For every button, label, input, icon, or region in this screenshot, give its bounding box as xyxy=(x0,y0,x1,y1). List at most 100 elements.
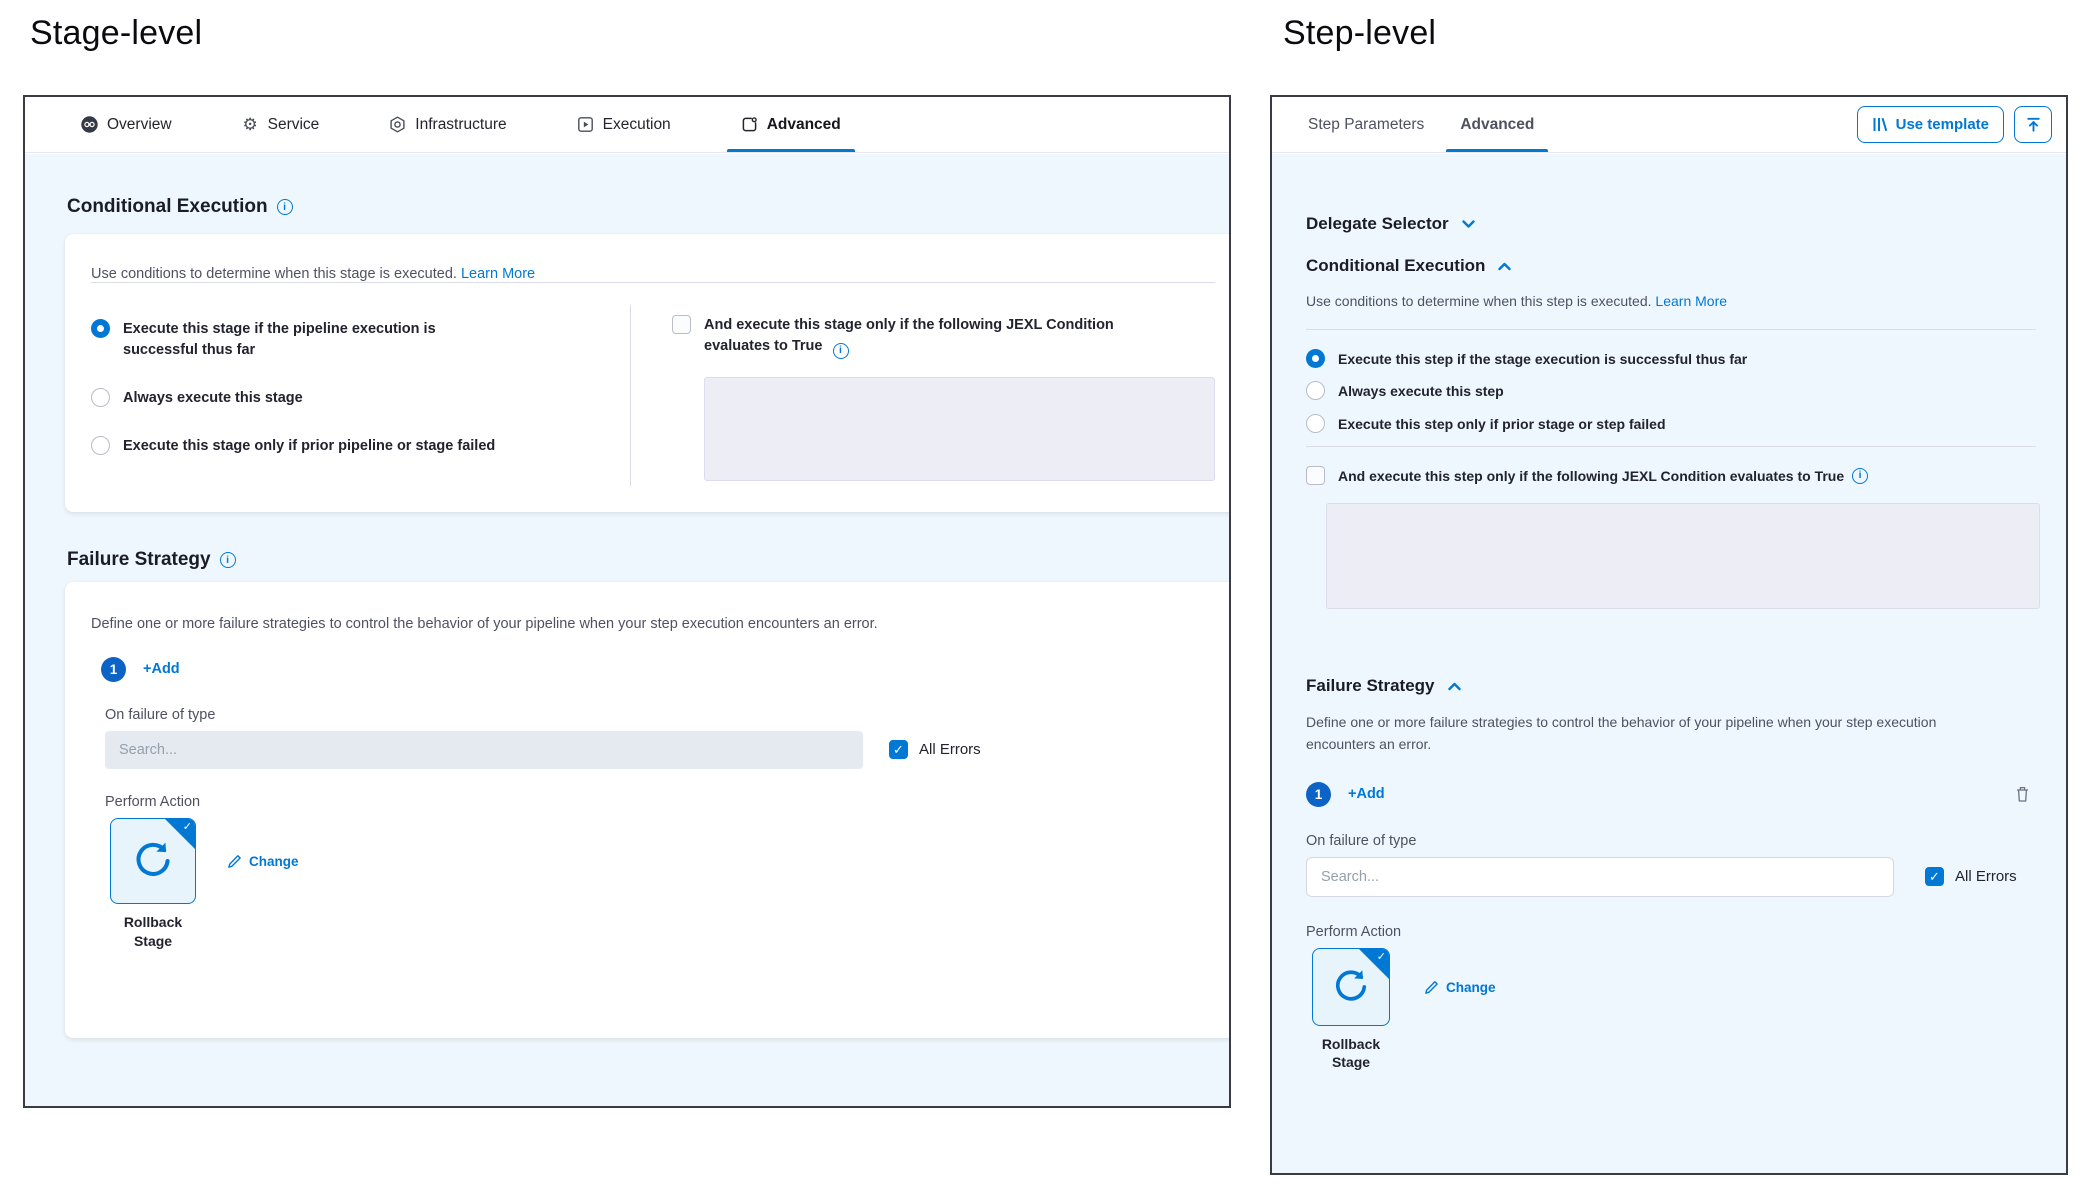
on-failure-of-type-label: On failure of type xyxy=(1306,833,2036,849)
tab-advanced-label: Advanced xyxy=(767,116,841,134)
radio-always-execute[interactable]: Always execute this stage xyxy=(91,388,630,409)
divider xyxy=(1306,329,2036,330)
tab-service[interactable]: ⚙ Service xyxy=(228,97,334,152)
radio-label: Execute this stage if the pipeline execu… xyxy=(123,319,453,361)
tab-overview[interactable]: Overview xyxy=(67,97,186,152)
delegate-selector-section-toggle[interactable]: Delegate Selector xyxy=(1306,214,2036,234)
execution-condition-radio-group: Execute this stage if the pipeline execu… xyxy=(91,305,630,486)
info-icon[interactable]: i xyxy=(220,552,236,568)
learn-more-link[interactable]: Learn More xyxy=(1655,293,1727,309)
tab-infrastructure[interactable]: Infrastructure xyxy=(375,97,520,152)
rollback-stage-action-tile[interactable]: ✓ xyxy=(1312,948,1390,1026)
failure-strategy-heading-label: Failure Strategy xyxy=(1306,676,1435,696)
jexl-condition-input[interactable] xyxy=(704,377,1215,481)
failure-strategy-heading-label: Failure Strategy xyxy=(67,549,211,571)
selected-action-name: Rollback Stage xyxy=(1314,1035,1388,1073)
step-tabbar: Step Parameters Advanced Use template xyxy=(1272,97,2066,153)
change-action-link[interactable]: Change xyxy=(227,854,299,869)
radio-icon xyxy=(91,388,110,407)
divider xyxy=(1306,446,2036,447)
perform-action-label: Perform Action xyxy=(105,794,1215,810)
on-failure-of-type-label: On failure of type xyxy=(105,707,1215,723)
info-icon[interactable]: i xyxy=(277,199,293,215)
jexl-checkbox-label: And execute this stage only if the follo… xyxy=(704,317,1114,354)
all-errors-checkbox-row[interactable]: ✓ All Errors xyxy=(1925,867,2017,886)
conditional-execution-description-text: Use conditions to determine when this st… xyxy=(1306,293,1652,309)
radio-icon xyxy=(1306,414,1325,433)
stage-advanced-content: Conditional Execution i Use conditions t… xyxy=(25,154,1229,1106)
conditional-execution-heading-label: Conditional Execution xyxy=(1306,256,1485,276)
upgrade-template-button[interactable] xyxy=(2014,106,2052,143)
tab-advanced[interactable]: Advanced xyxy=(1446,97,1548,152)
radio-execute-if-pipeline-successful[interactable]: Execute this stage if the pipeline execu… xyxy=(91,319,630,361)
jexl-condition-checkbox-row[interactable]: And execute this step only if the follow… xyxy=(1306,466,2036,486)
chevron-up-icon xyxy=(1498,262,1511,271)
all-errors-checkbox-row[interactable]: ✓ All Errors xyxy=(889,740,981,759)
tab-overview-label: Overview xyxy=(107,116,172,134)
jexl-condition-checkbox-row[interactable]: And execute this stage only if the follo… xyxy=(672,315,1215,359)
rollback-stage-action-tile[interactable]: ✓ xyxy=(110,818,196,904)
delete-strategy-button[interactable] xyxy=(2015,786,2030,803)
failure-type-search-input[interactable] xyxy=(1306,857,1894,897)
step-advanced-panel: Step Parameters Advanced Use template De… xyxy=(1270,95,2068,1175)
execution-condition-radio-group: Execute this step if the stage execution… xyxy=(1306,349,2036,434)
tab-execution-label: Execution xyxy=(603,116,671,134)
change-action-link[interactable]: Change xyxy=(1424,980,1496,995)
trash-icon xyxy=(2015,786,2030,803)
use-template-button[interactable]: Use template xyxy=(1857,106,2004,143)
conditional-execution-heading-label: Conditional Execution xyxy=(67,196,268,218)
add-strategy-button[interactable]: +Add xyxy=(143,661,180,677)
step-advanced-content: Delegate Selector Conditional Execution … xyxy=(1272,154,2066,1173)
selected-check-icon: ✓ xyxy=(1377,950,1386,963)
tab-execution[interactable]: Execution xyxy=(563,97,685,152)
overview-icon xyxy=(81,116,98,133)
checkbox-checked-icon: ✓ xyxy=(1925,867,1944,886)
failure-strategy-card: Define one or more failure strategies to… xyxy=(65,582,1229,1038)
radio-label: Always execute this stage xyxy=(123,388,303,409)
conditional-execution-card: Use conditions to determine when this st… xyxy=(65,234,1229,512)
conditional-execution-section-toggle[interactable]: Conditional Execution xyxy=(1306,256,2036,276)
tab-advanced-label: Advanced xyxy=(1460,116,1534,134)
arrow-to-top-icon xyxy=(2025,116,2042,133)
perform-action-label: Perform Action xyxy=(1306,924,2036,940)
failure-type-search-input[interactable] xyxy=(105,731,863,769)
failure-strategy-section-toggle[interactable]: Failure Strategy xyxy=(1306,676,2036,696)
radio-execute-if-failed[interactable]: Execute this stage only if prior pipelin… xyxy=(91,436,630,457)
stage-tabbar: Overview ⚙ Service Infrastructure Execut… xyxy=(25,97,1229,153)
radio-execute-if-failed[interactable]: Execute this step only if prior stage or… xyxy=(1306,414,2036,434)
all-errors-label: All Errors xyxy=(919,741,981,758)
conditional-execution-description: Use conditions to determine when this st… xyxy=(91,266,1215,282)
strategy-count-badge[interactable]: 1 xyxy=(101,657,126,682)
selected-action-name: Rollback Stage xyxy=(113,913,193,951)
failure-strategy-description: Define one or more failure strategies to… xyxy=(1306,712,2006,755)
strategy-count-badge[interactable]: 1 xyxy=(1306,782,1331,807)
radio-execute-if-stage-successful[interactable]: Execute this step if the stage execution… xyxy=(1306,349,2036,369)
conditional-execution-description: Use conditions to determine when this st… xyxy=(1306,293,2036,309)
delegate-selector-heading-label: Delegate Selector xyxy=(1306,214,1449,234)
change-label: Change xyxy=(1446,980,1496,995)
conditional-execution-description-text: Use conditions to determine when this st… xyxy=(91,266,457,282)
radio-icon xyxy=(1306,381,1325,400)
template-library-icon xyxy=(1872,116,1888,133)
tab-step-parameters[interactable]: Step Parameters xyxy=(1294,97,1438,152)
radio-label: Execute this step if the stage execution… xyxy=(1338,349,1747,369)
tab-advanced[interactable]: Advanced xyxy=(727,97,855,152)
stage-level-title: Stage-level xyxy=(30,14,202,53)
add-strategy-button[interactable]: +Add xyxy=(1348,786,1385,802)
info-icon[interactable]: i xyxy=(833,343,849,359)
radio-always-execute[interactable]: Always execute this step xyxy=(1306,381,2036,401)
radio-label: Execute this stage only if prior pipelin… xyxy=(123,436,495,457)
all-errors-label: All Errors xyxy=(1955,868,2017,885)
checkbox-unchecked-icon xyxy=(1306,466,1325,485)
conditional-execution-heading: Conditional Execution i xyxy=(67,196,1229,218)
radio-selected-icon xyxy=(91,319,110,338)
gear-icon: ⚙ xyxy=(242,116,259,133)
learn-more-link[interactable]: Learn More xyxy=(461,266,535,282)
use-template-label: Use template xyxy=(1896,116,1989,133)
info-icon[interactable]: i xyxy=(1852,468,1868,484)
pencil-icon xyxy=(227,854,242,869)
failure-strategy-description: Define one or more failure strategies to… xyxy=(91,616,1215,632)
selected-check-icon: ✓ xyxy=(183,820,192,833)
jexl-condition-input[interactable] xyxy=(1326,503,2040,609)
radio-icon xyxy=(91,436,110,455)
